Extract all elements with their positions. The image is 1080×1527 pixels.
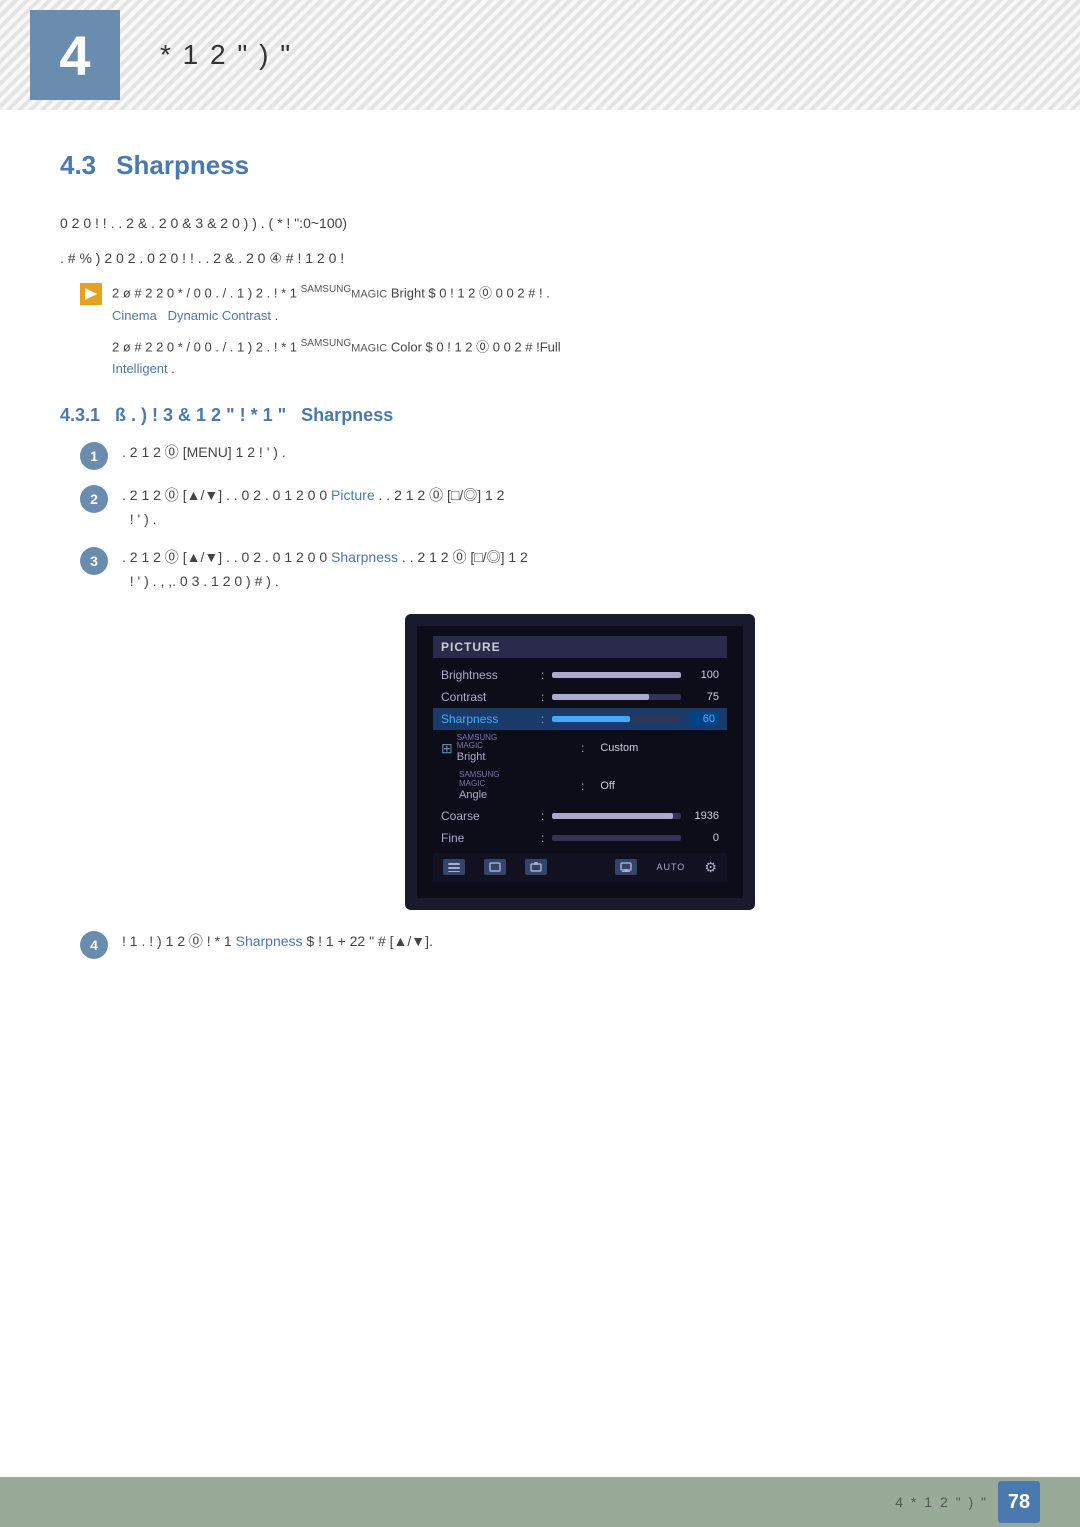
note1-prefix: 2 ø # 2 2 0 * / 0 0 . / . 1 ) 2 . ! * 1 [112, 286, 297, 301]
monitor-container: PICTURE Brightness : 100 Contrast : [140, 614, 1020, 910]
magic-angle-value: Off [600, 780, 614, 792]
monitor-frame: PICTURE Brightness : 100 Contrast : [405, 614, 755, 910]
grid-icon: ⊞ [441, 740, 453, 757]
menu-row-fine: Fine : 0 [433, 827, 727, 849]
magic-bright-label: SAMSUNGMAGICBright [457, 734, 497, 764]
note2-brand2: MAGIC [351, 342, 387, 354]
subsection-heading: 4.3.1 ß . ) ! 3 & 1 2 " ! * 1 " Sharpnes… [60, 405, 1020, 426]
picture-header: PICTURE [433, 636, 727, 658]
page-footer: 4 * 1 2 " ) " 78 [0, 1477, 1080, 1527]
note-text-1: 2 ø # 2 2 0 * / 0 0 . / . 1 ) 2 . ! * 1 … [112, 281, 550, 327]
step-4-text: ! 1 . ! ) 1 2 ⓪ ! * 1 Sharpness $ ! 1 + … [122, 930, 1020, 954]
toolbar-btn-display[interactable] [615, 859, 637, 875]
section-number: 4.3 [60, 150, 96, 181]
note-text-2: 2 ø # 2 2 0 * / 0 0 . / . 1 ) 2 . ! * 1 … [112, 335, 561, 381]
monitor-toolbar: AUTO ⚙ [433, 853, 727, 882]
toolbar-auto-label: AUTO [656, 862, 685, 872]
subsection-title-prefix: ß . ) ! 3 & 1 2 " ! * 1 " [115, 405, 286, 425]
step-2-text: . 2 1 2 ⓪ [▲/▼] . . 0 2 . 0 1 2 0 0 Pict… [122, 484, 1020, 532]
sharpness-label: Sharpness [441, 712, 541, 726]
magic-angle-label: SAMSUNGMAGICAngle [459, 771, 499, 801]
note-icon-1 [80, 283, 102, 305]
coarse-value: 1936 [689, 810, 719, 822]
chapter-box: 4 [30, 10, 120, 100]
note1-cinema: Cinema [112, 308, 157, 323]
toolbar-gear-icon: ⚙ [704, 859, 717, 876]
footer-text: 4 * 1 2 " ) " [895, 1494, 988, 1510]
coarse-label: Coarse [441, 809, 541, 823]
step-4: 4 ! 1 . ! ) 1 2 ⓪ ! * 1 Sharpness $ ! 1 … [80, 930, 1020, 959]
note1-brand2: MAGIC [351, 289, 387, 301]
toolbar-btn-2[interactable] [484, 859, 506, 875]
main-content: 4.3 Sharpness 0 2 0 ! ! . . 2 & . 2 0 & … [0, 110, 1080, 1013]
menu-row-sharpness: Sharpness : 60 [433, 708, 727, 730]
body-para1: 0 2 0 ! ! . . 2 & . 2 0 & 3 & 2 0 ) ) . … [60, 211, 1020, 236]
contrast-label: Contrast [441, 690, 541, 704]
header-title: * 1 2 " ) " [160, 39, 292, 71]
sharpness-value: 60 [689, 712, 719, 726]
toolbar-btn-3[interactable] [525, 859, 547, 875]
brightness-value: 100 [689, 669, 719, 681]
note2-intelligent: Intelligent [112, 361, 168, 376]
note1-brand: SAMSUNG [301, 284, 352, 295]
section-heading: 4.3 Sharpness [60, 150, 1020, 181]
step-4-number: 4 [80, 931, 108, 959]
note-block-2: 2 ø # 2 2 0 * / 0 0 . / . 1 ) 2 . ! * 1 … [80, 335, 1020, 381]
menu-row-magic-bright: ⊞ SAMSUNGMAGICBright : Custom [433, 730, 727, 768]
note1-dynamic-contrast: Dynamic Contrast [168, 308, 271, 323]
menu-row-contrast: Contrast : 75 [433, 686, 727, 708]
step-2-number: 2 [80, 485, 108, 513]
note2-suffix: Color $ 0 ! 1 2 ⓪ 0 0 2 # !Full [391, 339, 561, 354]
subsection-number: 4.3.1 [60, 405, 100, 426]
monitor-screen: PICTURE Brightness : 100 Contrast : [417, 626, 743, 898]
step-1: 1 . 2 1 2 ⓪ [MENU] 1 2 ! ' ) . [80, 441, 1020, 470]
contrast-value: 75 [689, 691, 719, 703]
subsection-title-highlight: Sharpness [301, 405, 393, 425]
step-1-number: 1 [80, 442, 108, 470]
step-3-text: . 2 1 2 ⓪ [▲/▼] . . 0 2 . 0 1 2 0 0 Shar… [122, 546, 1020, 594]
chapter-number: 4 [59, 23, 90, 88]
menu-row-coarse: Coarse : 1936 [433, 805, 727, 827]
subsection-title: ß . ) ! 3 & 1 2 " ! * 1 " Sharpness [115, 405, 393, 426]
note2-brand: SAMSUNG [301, 338, 352, 349]
step-3: 3 . 2 1 2 ⓪ [▲/▼] . . 0 2 . 0 1 2 0 0 Sh… [80, 546, 1020, 594]
step-1-text: . 2 1 2 ⓪ [MENU] 1 2 ! ' ) . [122, 441, 1020, 465]
body-para2: . # % ) 2 0 2 . 0 2 0 ! ! . . 2 & . 2 0 … [60, 246, 1020, 271]
note1-suffix: Bright $ 0 ! 1 2 ⓪ 0 0 2 # ! . [391, 286, 550, 301]
section-title: Sharpness [116, 150, 249, 181]
brightness-label: Brightness [441, 668, 541, 682]
step-2: 2 . 2 1 2 ⓪ [▲/▼] . . 0 2 . 0 1 2 0 0 Pi… [80, 484, 1020, 532]
step-3-number: 3 [80, 547, 108, 575]
menu-row-magic-angle: SAMSUNGMAGICAngle : Off [433, 767, 727, 805]
toolbar-btn-1[interactable] [443, 859, 465, 875]
note-block-1: 2 ø # 2 2 0 * / 0 0 . / . 1 ) 2 . ! * 1 … [80, 281, 1020, 327]
note2-prefix: 2 ø # 2 2 0 * / 0 0 . / . 1 ) 2 . ! * 1 [112, 339, 297, 354]
page-header: 4 * 1 2 " ) " [0, 0, 1080, 110]
magic-bright-value: Custom [600, 742, 638, 754]
footer-page-number: 78 [998, 1481, 1040, 1523]
menu-row-brightness: Brightness : 100 [433, 664, 727, 686]
fine-label: Fine [441, 831, 541, 845]
fine-value: 0 [689, 832, 719, 844]
steps-container: 1 . 2 1 2 ⓪ [MENU] 1 2 ! ' ) . 2 . 2 1 2… [80, 441, 1020, 959]
